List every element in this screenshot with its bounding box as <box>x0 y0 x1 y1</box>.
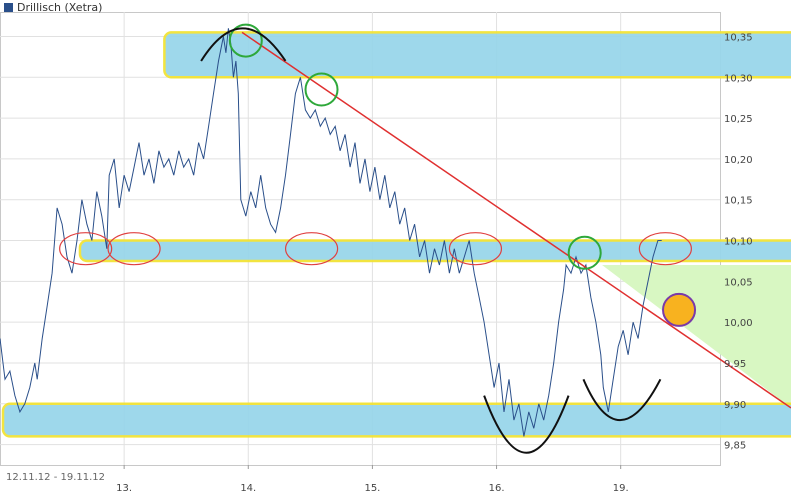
x-tick-label: 15. <box>364 483 380 494</box>
triangle-layer <box>602 265 791 408</box>
date-range: 12.11.12 - 19.11.12 <box>6 472 106 483</box>
y-tick-label: 10,30 <box>724 73 753 84</box>
support-band-bottom <box>1 402 791 438</box>
y-tick-label: 10,25 <box>724 114 753 125</box>
y-tick-label: 9,95 <box>724 359 746 370</box>
series-layer <box>0 28 662 437</box>
plot-frame <box>0 12 721 466</box>
y-tick-label: 10,05 <box>724 277 753 288</box>
y-tick-label: 10,10 <box>724 237 753 248</box>
legend: Drillisch (Xetra) <box>4 1 102 14</box>
x-tick-label: 13. <box>116 483 132 494</box>
resistance-band-top <box>163 31 791 79</box>
chart-grid <box>0 12 721 466</box>
y-tick-label: 9,85 <box>724 441 746 452</box>
y-tick-label: 10,20 <box>724 155 753 166</box>
legend-swatch <box>4 3 13 12</box>
legend-label: Drillisch (Xetra) <box>17 1 103 14</box>
y-tick-label: 9,90 <box>724 400 746 411</box>
annotation-layer <box>59 23 697 454</box>
highlight-point <box>662 292 697 327</box>
x-tick-label: 19. <box>613 483 629 494</box>
y-axis: 9,85 9,90 9,95 10,00 10,05 10,10 10,15 10,20 10,… <box>724 32 753 451</box>
x-tick-label: 16. <box>489 483 505 494</box>
x-axis: 13. 14. 15. 16. 19. <box>116 465 629 494</box>
trendline-layer <box>241 31 791 409</box>
y-tick-label: 10,35 <box>724 32 753 43</box>
x-tick-label: 14. <box>240 483 256 494</box>
trendline <box>241 31 791 409</box>
series-line <box>0 28 662 437</box>
y-tick-label: 10,15 <box>724 196 753 207</box>
triangle-area <box>602 265 791 408</box>
price-chart: 9,85 9,90 9,95 10,00 10,05 10,10 10,15 10,20 10,… <box>0 12 791 494</box>
y-tick-label: 10,00 <box>724 318 753 329</box>
